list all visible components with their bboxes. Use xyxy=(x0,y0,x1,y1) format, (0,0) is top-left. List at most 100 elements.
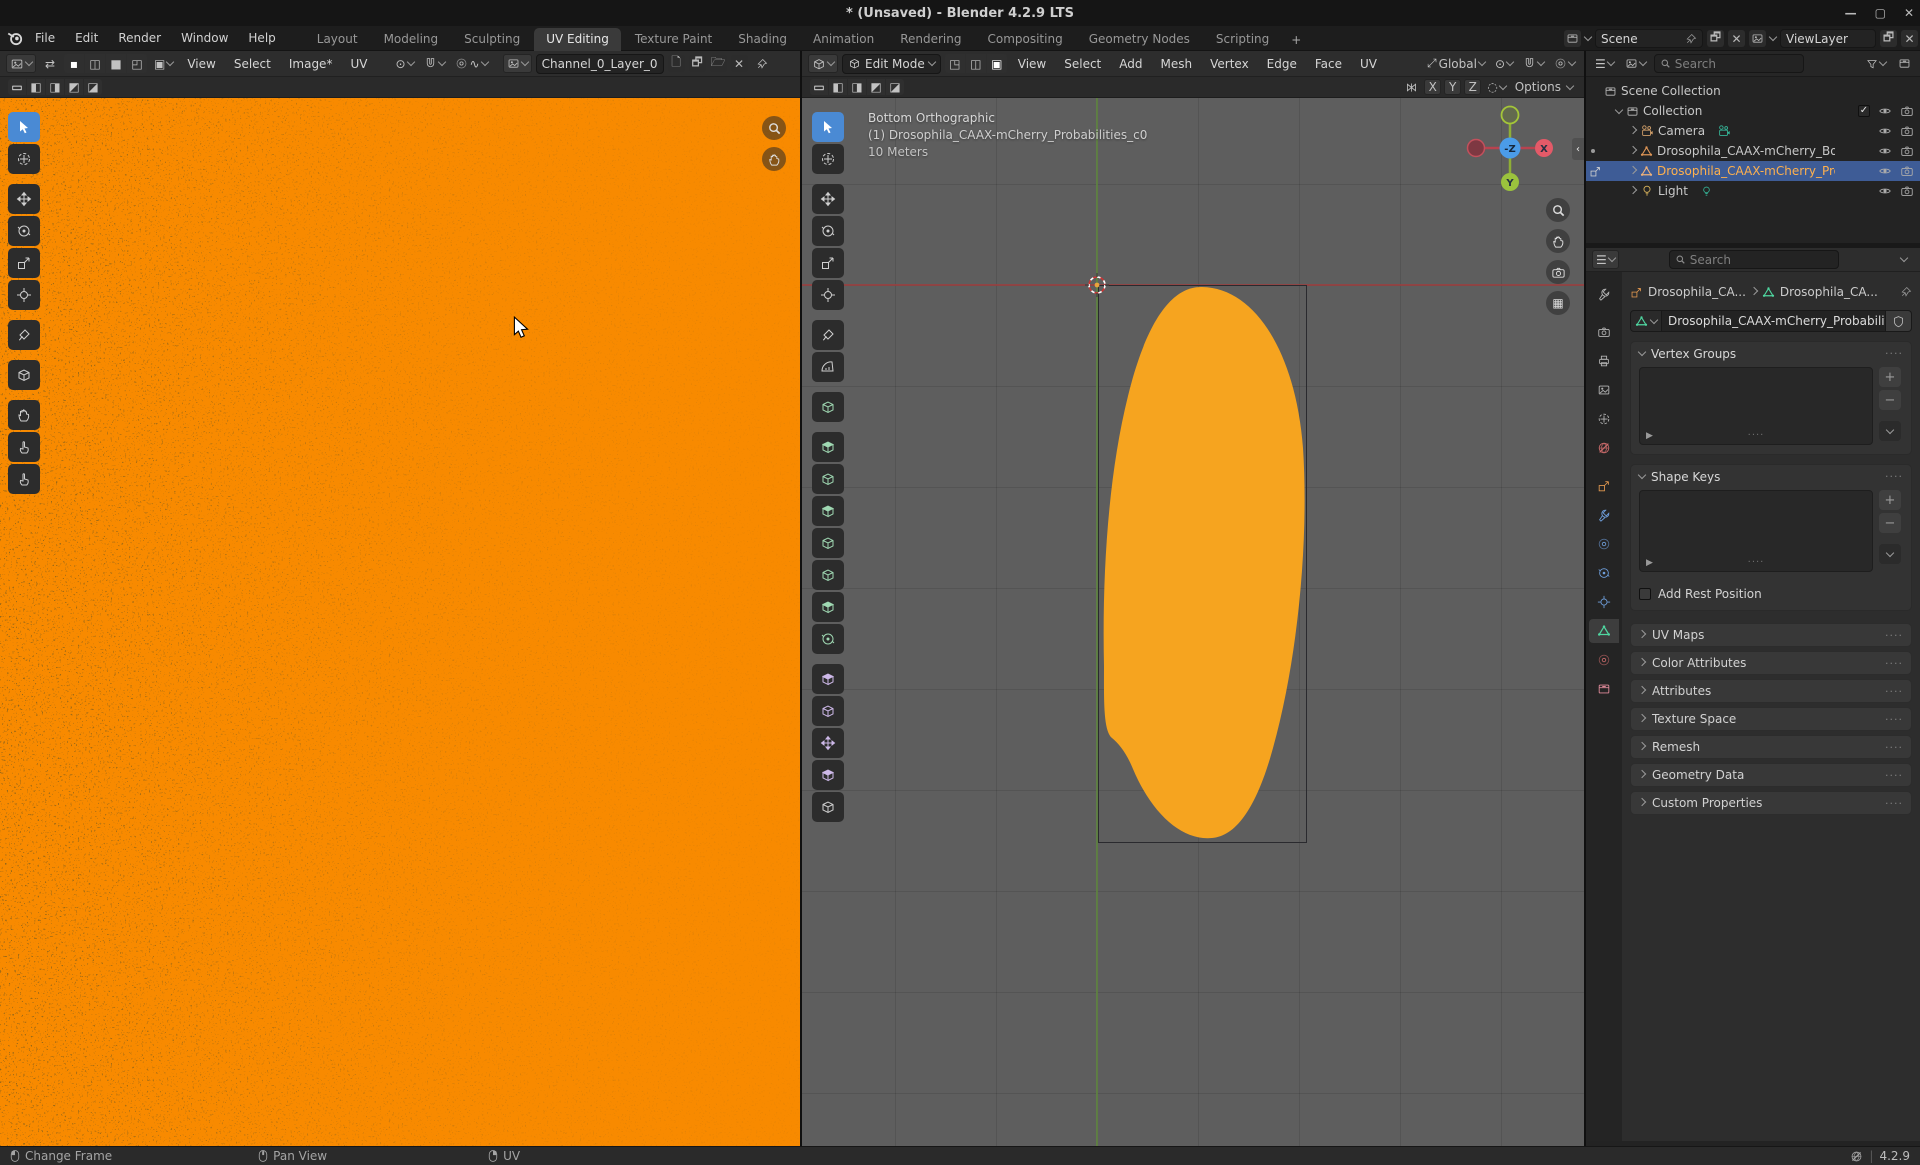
menu-help[interactable]: Help xyxy=(239,28,284,48)
outliner-row-scene-collection[interactable]: Scene Collection xyxy=(1586,81,1920,101)
render-camera-icon[interactable] xyxy=(1900,164,1914,178)
uv-select-vertex-button[interactable]: ▪ xyxy=(64,54,84,73)
vp-menu-mesh[interactable]: Mesh xyxy=(1154,54,1200,74)
tool-measure[interactable] xyxy=(812,352,844,382)
uv-sync-selection-toggle[interactable]: ⇄ xyxy=(40,54,60,73)
drag-handle[interactable]: ···· xyxy=(1885,685,1903,698)
minimize-button[interactable]: — xyxy=(1845,6,1857,20)
tab-compositing[interactable]: Compositing xyxy=(975,28,1074,51)
tab-object-properties[interactable] xyxy=(1589,474,1619,498)
remove-vertex-group-button[interactable]: − xyxy=(1879,390,1901,410)
menu-edit[interactable]: Edit xyxy=(66,28,107,48)
navigation-gizmo[interactable]: X Y -Z xyxy=(1462,104,1558,200)
shape-keys-list[interactable]: ▶ ···· xyxy=(1639,490,1873,572)
vp-menu-edge[interactable]: Edge xyxy=(1260,54,1304,74)
tool-smooth[interactable] xyxy=(812,664,844,694)
uv-tool-rip-region[interactable] xyxy=(8,360,40,390)
tab-texture-paint[interactable]: Texture Paint xyxy=(623,28,724,51)
selectmode-subtract-button[interactable]: ◨ xyxy=(848,79,866,95)
tab-material-properties[interactable] xyxy=(1589,648,1619,672)
add-rest-position-checkbox[interactable] xyxy=(1639,588,1651,600)
new-scene-button[interactable]: 🗗 xyxy=(1707,30,1724,47)
tool-edge-slide[interactable] xyxy=(812,696,844,726)
outliner-filter-id-dropdown[interactable] xyxy=(1622,54,1649,73)
datablock-browse-button[interactable] xyxy=(1630,310,1662,332)
vp-pan-icon[interactable] xyxy=(1546,229,1570,253)
new-viewlayer-button[interactable]: 🗗 xyxy=(1880,30,1897,47)
vp-camera-view-icon[interactable] xyxy=(1546,260,1570,284)
uv-selectmode-intersect-button[interactable]: ◪ xyxy=(84,79,102,95)
add-workspace-button[interactable]: + xyxy=(1283,29,1309,51)
tab-output-properties[interactable] xyxy=(1589,349,1619,373)
tab-tool-properties[interactable] xyxy=(1589,282,1619,306)
uv-selectmode-subtract-button[interactable]: ◨ xyxy=(46,79,64,95)
tool-rip-region[interactable] xyxy=(812,792,844,822)
outliner-display-mode-dropdown[interactable]: ☰ xyxy=(1592,54,1617,73)
add-vertex-group-button[interactable]: + xyxy=(1879,367,1901,387)
outliner-row-camera[interactable]: Camera xyxy=(1586,121,1920,141)
tab-animation[interactable]: Animation xyxy=(801,28,886,51)
menu-render[interactable]: Render xyxy=(109,28,170,48)
tab-modeling[interactable]: Modeling xyxy=(372,28,451,51)
tool-extrude-region[interactable] xyxy=(812,432,844,462)
drag-handle[interactable]: ···· xyxy=(1885,769,1903,782)
tool-bevel[interactable] xyxy=(812,496,844,526)
viewport-canvas[interactable]: Bottom Orthographic (1) Drosophila_CAAX-… xyxy=(802,98,1584,1146)
duplicate-image-button[interactable]: 🗗 xyxy=(689,55,706,72)
new-image-button[interactable]: 🗋 xyxy=(668,55,685,72)
uv-menu-select[interactable]: Select xyxy=(227,54,278,74)
gizmo-axis-x-neg[interactable] xyxy=(1468,140,1485,157)
uv-tool-grab[interactable] xyxy=(8,400,40,430)
pin-icon[interactable] xyxy=(1685,33,1697,45)
uv-selectmode-extend-button[interactable]: ◧ xyxy=(27,79,45,95)
vertex-group-specials-dropdown[interactable] xyxy=(1879,421,1901,441)
expander-icon[interactable] xyxy=(1629,185,1637,193)
tool-poly-build[interactable] xyxy=(812,592,844,622)
tab-texture-properties[interactable] xyxy=(1589,677,1619,701)
snap-toggle[interactable] xyxy=(1520,54,1547,73)
drag-handle[interactable]: ···· xyxy=(1885,629,1903,642)
vp-menu-select[interactable]: Select xyxy=(1057,54,1108,74)
render-camera-icon[interactable] xyxy=(1900,124,1914,138)
uv-menu-image[interactable]: Image* xyxy=(282,54,340,74)
outliner-row-light[interactable]: Light xyxy=(1586,181,1920,201)
list-resize-grip[interactable]: ···· xyxy=(1748,430,1765,441)
unlink-image-button[interactable]: ✕ xyxy=(731,55,748,72)
uv-tool-pinch[interactable] xyxy=(8,464,40,494)
tool-add-cube[interactable] xyxy=(812,392,844,422)
unlink-scene-button[interactable]: ✕ xyxy=(1728,30,1745,47)
texture-space-panel-header[interactable]: Texture Space ···· xyxy=(1630,707,1912,731)
scene-selector[interactable]: Scene xyxy=(1595,29,1703,48)
tab-sculpting[interactable]: Sculpting xyxy=(452,28,532,51)
uv-proportional-edit-dropdown[interactable]: ∿ xyxy=(452,54,491,73)
expander-icon[interactable] xyxy=(1629,165,1637,173)
vp-zoom-icon[interactable] xyxy=(1546,198,1570,222)
selectmode-extend-button[interactable]: ◧ xyxy=(829,79,847,95)
selectmode-invert-button[interactable]: ◩ xyxy=(867,79,885,95)
remesh-panel-header[interactable]: Remesh ···· xyxy=(1630,735,1912,759)
tab-uv-editing[interactable]: UV Editing xyxy=(534,28,621,51)
tool-knife[interactable] xyxy=(812,560,844,590)
drag-handle[interactable]: ···· xyxy=(1885,797,1903,810)
drag-handle[interactable]: ···· xyxy=(1885,741,1903,754)
uv-selectmode-invert-button[interactable]: ◩ xyxy=(65,79,83,95)
tool-select-box[interactable] xyxy=(812,112,844,142)
outliner-search-input[interactable]: Search xyxy=(1654,54,1804,73)
render-camera-icon[interactable] xyxy=(1900,144,1914,158)
expander-icon[interactable] xyxy=(1629,125,1637,133)
vp-menu-add[interactable]: Add xyxy=(1112,54,1149,74)
editor-type-button[interactable] xyxy=(808,54,838,73)
scene-browse-icon[interactable] xyxy=(1564,30,1581,47)
outliner-filter-button[interactable] xyxy=(1863,54,1889,73)
uv-zoom-icon[interactable] xyxy=(762,116,786,140)
tab-render-properties[interactable] xyxy=(1589,320,1619,344)
list-expander[interactable]: ▶ xyxy=(1646,558,1653,568)
maximize-button[interactable]: ▢ xyxy=(1875,6,1886,20)
uv-tool-rotate[interactable] xyxy=(8,216,40,246)
pivot-point-dropdown[interactable]: ⊙ xyxy=(1492,54,1516,73)
transform-orientation-dropdown[interactable]: ⤢ Global xyxy=(1424,54,1488,73)
mirror-y-button[interactable]: Y xyxy=(1444,79,1461,95)
tab-shading[interactable]: Shading xyxy=(726,28,799,51)
tool-inset-faces[interactable] xyxy=(812,464,844,494)
tool-loop-cut[interactable] xyxy=(812,528,844,558)
